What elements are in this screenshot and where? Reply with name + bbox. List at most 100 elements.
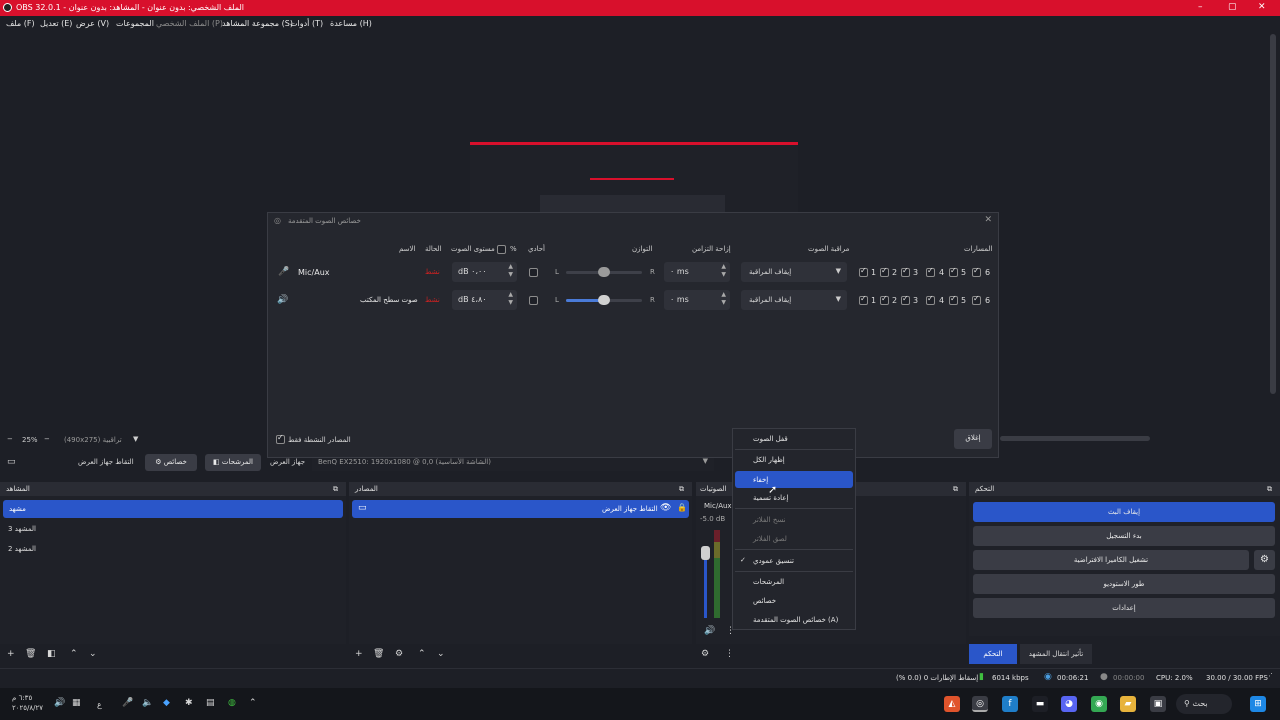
preview-scrollbar[interactable] <box>1270 34 1276 394</box>
active-only-checkbox[interactable] <box>276 433 285 444</box>
scene-item[interactable]: المشهد 3 <box>8 525 36 533</box>
resize-grip-icon[interactable]: ⋰ <box>1266 672 1273 680</box>
move-down-icon[interactable]: ⌄ <box>89 649 97 659</box>
row2-track3-checkbox[interactable] <box>901 294 910 305</box>
menu-view[interactable]: عرض (V) <box>76 19 109 28</box>
row2-monitor-select[interactable]: إيقاف المراقبة ▼ <box>741 290 847 310</box>
row1-track6-checkbox[interactable] <box>972 266 981 277</box>
spin-arrows-icon[interactable]: ▲ ▼ <box>508 291 513 307</box>
menu-item-properties[interactable]: خصائص <box>753 597 776 605</box>
link-icon[interactable]: ⚙ <box>701 649 709 659</box>
row1-track2-checkbox[interactable] <box>880 266 889 277</box>
filters-button[interactable]: ◧ المرشحات <box>205 454 261 471</box>
undock-icon[interactable]: ⧉ <box>953 485 958 494</box>
menu-scene-collection[interactable]: مجموعة المشاهد (S) <box>222 19 293 28</box>
spin-arrows-icon[interactable]: ▲ ▼ <box>508 263 513 279</box>
tray-app-icon[interactable]: ◆ <box>163 698 170 708</box>
virtual-camera-settings-button[interactable]: ⚙ <box>1254 550 1275 570</box>
store-icon[interactable]: ▣ <box>1150 696 1166 712</box>
row2-track2-checkbox[interactable] <box>880 294 889 305</box>
zoom-in-icon[interactable]: − <box>44 435 50 443</box>
menu-tools[interactable]: أدوات (T) <box>290 19 323 28</box>
close-button[interactable]: ✕ <box>1258 2 1266 12</box>
minimize-button[interactable]: – <box>1198 2 1203 12</box>
dialog-close-icon[interactable]: ✕ <box>984 215 992 225</box>
row2-track5-checkbox[interactable] <box>949 294 958 305</box>
row2-track6-checkbox[interactable] <box>972 294 981 305</box>
trash-icon[interactable]: 🗑 <box>373 649 384 659</box>
row2-sync-input[interactable]: ٠ ms ▲ ▼ <box>664 290 730 310</box>
menu-item-vertical-layout[interactable]: تنسيق عمودي <box>753 557 794 565</box>
scene-item[interactable]: المشهد 2 <box>8 545 36 553</box>
speaker-tray-icon[interactable]: 🔈 <box>142 698 153 708</box>
add-icon[interactable]: + <box>7 649 15 659</box>
spin-arrows-icon[interactable]: ▲ ▼ <box>721 263 726 279</box>
menu-help[interactable]: مساعدة (H) <box>330 19 372 28</box>
row2-volume-input[interactable]: dB ٤،٨٠ ▲ ▼ <box>452 290 517 310</box>
discord-icon[interactable]: ◕ <box>1061 696 1077 712</box>
row2-track1-checkbox[interactable] <box>859 294 868 305</box>
bluetooth-icon[interactable]: ✱ <box>185 698 193 708</box>
menu-item-paste-filters[interactable]: لصق الفلاتر <box>753 535 787 543</box>
properties-button[interactable]: ⚙ خصائص <box>145 454 197 471</box>
filter-icon[interactable]: ◧ <box>47 649 56 659</box>
studio-mode-button[interactable]: طور الاستوديو <box>973 574 1275 594</box>
network-icon[interactable]: ▦ <box>72 698 81 708</box>
percent-checkbox[interactable] <box>497 245 506 254</box>
fader-handle[interactable] <box>701 546 710 560</box>
move-up-icon[interactable]: ⌃ <box>70 649 78 659</box>
microphone-icon[interactable]: 🎤 <box>122 698 133 708</box>
row1-balance-slider[interactable] <box>566 267 642 277</box>
row1-volume-input[interactable]: dB ٠،٠٠ ▲ ▼ <box>452 262 517 282</box>
slider-handle[interactable] <box>598 295 610 305</box>
terminal-icon[interactable]: ▬ <box>1032 696 1048 712</box>
preview-h-scrollbar[interactable] <box>1000 436 1150 441</box>
eye-icon[interactable]: 👁 <box>660 503 671 513</box>
virtual-camera-button[interactable]: تشغيل الكاميرا الافتراضية <box>973 550 1249 570</box>
row2-balance-slider[interactable] <box>566 295 642 305</box>
menu-item-filters[interactable]: المرشحات <box>753 578 784 586</box>
taskbar-search[interactable]: ⚲ بحث <box>1176 694 1232 714</box>
menu-edit[interactable]: تعديل (E) <box>40 19 72 28</box>
menu-file[interactable]: ملف (F) <box>6 19 35 28</box>
chevron-up-icon[interactable]: ⌃ <box>249 698 257 708</box>
zoom-out-icon[interactable]: − <box>7 435 13 443</box>
row2-track4-checkbox[interactable] <box>926 294 935 305</box>
chrome-icon[interactable]: ◉ <box>1091 696 1107 712</box>
obs-taskbar-icon[interactable]: ◎ <box>972 696 988 712</box>
move-down-icon[interactable]: ⌄ <box>437 649 445 659</box>
menu-item-advanced-audio[interactable]: خصائص الصوت المتقدمة (A) <box>753 616 838 624</box>
keyboard-icon[interactable]: ▤ <box>206 698 215 708</box>
tab-scene-transitions[interactable]: تأثير انتقال المشهد <box>1020 644 1092 664</box>
tray-shield-icon[interactable]: ◍ <box>228 698 236 708</box>
clock-date[interactable]: ٢٠٢٥/٨/٢٧ <box>12 704 43 712</box>
row1-monitor-select[interactable]: إيقاف المراقبة ▼ <box>741 262 847 282</box>
facebook-icon[interactable]: f <box>1002 696 1018 712</box>
row1-mono-checkbox[interactable] <box>529 268 538 277</box>
slider-handle[interactable] <box>598 267 610 277</box>
speaker-icon[interactable]: 🔊 <box>704 626 715 636</box>
row1-sync-input[interactable]: ٠ ms ▲ ▼ <box>664 262 730 282</box>
row1-track3-checkbox[interactable] <box>901 266 910 277</box>
row2-mono-checkbox[interactable] <box>529 296 538 305</box>
clock-time[interactable]: ٦:٣٥ م <box>12 694 32 702</box>
add-icon[interactable]: + <box>355 649 363 659</box>
undock-icon[interactable]: ⧉ <box>679 485 684 494</box>
zoom-dropdown-icon[interactable]: ▼ <box>133 435 138 443</box>
undock-icon[interactable]: ⧉ <box>1267 485 1272 494</box>
tab-controls[interactable]: التحكم <box>969 644 1017 664</box>
source-item-selected[interactable]: ▭ التقاط جهاز العرض 👁 🔒 <box>352 500 689 518</box>
scene-item-selected[interactable]: مشهد <box>3 500 343 518</box>
settings-button[interactable]: إعدادات <box>973 598 1275 618</box>
menu-item-unhide-all[interactable]: إظهار الكل <box>753 456 785 464</box>
lock-icon[interactable]: 🔒 <box>677 503 687 512</box>
stop-streaming-button[interactable]: إيقاف البث <box>973 502 1275 522</box>
menu-item-copy-filters[interactable]: نسخ الفلاتر <box>753 516 786 524</box>
start-recording-button[interactable]: بدء التسجيل <box>973 526 1275 546</box>
spin-arrows-icon[interactable]: ▲ ▼ <box>721 291 726 307</box>
gear-icon[interactable]: ⚙ <box>395 649 403 659</box>
maximize-button[interactable]: ▢ <box>1228 2 1237 12</box>
file-explorer-icon[interactable]: ▰ <box>1120 696 1136 712</box>
row1-track4-checkbox[interactable] <box>926 266 935 277</box>
speaker-icon[interactable]: 🔊 <box>54 698 65 708</box>
